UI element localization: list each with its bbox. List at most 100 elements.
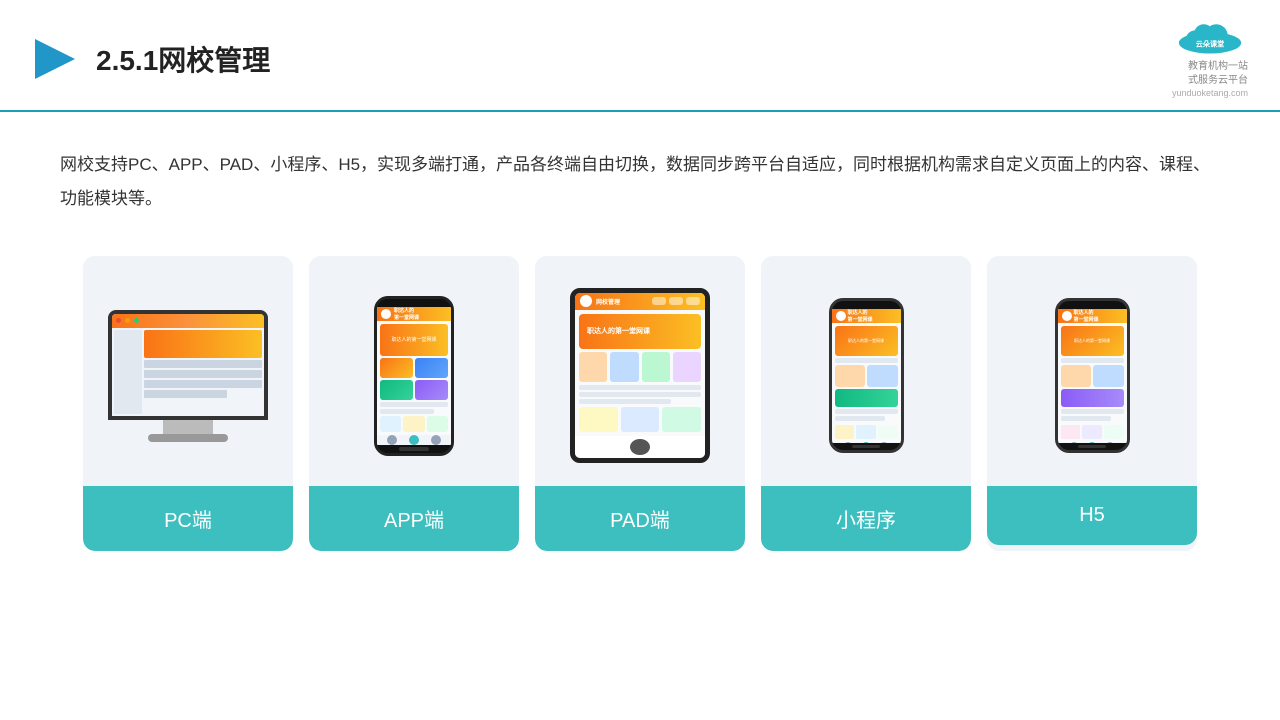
tablet-card-green [642,352,670,382]
mini-phone-icon-h5 [1104,425,1124,439]
mini-phone-screen-h5: 职达人的第一堂网课 职达人的第一堂网课 [1058,309,1127,443]
mini-phone-header-text: 职达人的第一堂网课 [848,309,873,323]
tablet-bottom-card [621,407,660,432]
phone-text-line [380,409,434,414]
phone-text-line [380,402,448,407]
monitor-content [112,328,264,416]
card-pc-label: PC端 [83,486,293,551]
mini-phone-card-1 [835,365,866,387]
phone-screen: 职达人的第一堂网课 职达人的第一堂网课 [377,307,451,445]
header-left: 2.5.1网校管理 [30,34,270,84]
mini-phone-content: 职达人的第一堂网课 [832,323,901,442]
mini-phone-icon-h5 [1082,425,1102,439]
mini-phone-card-h5-2 [1093,365,1124,387]
tablet-banner: 职达人的第一堂网课 [579,314,701,349]
monitor-base [148,434,228,442]
tablet-avatar-icon [580,295,592,307]
nav-dot-active-h5 [1088,442,1096,443]
description-text: 网校支持PC、APP、PAD、小程序、H5，实现多端打通，产品各终端自由切换，数… [0,112,1280,236]
logo-icon: 云朵课堂 [1170,18,1250,58]
mini-phone-nav-icons-h5 [1070,442,1114,443]
page-title: 2.5.1网校管理 [96,39,270,79]
phone-header-bar: 职达人的第一堂网课 [377,307,451,321]
monitor-screen-inner [112,314,264,416]
tablet-row [579,392,701,397]
card-app-image: 职达人的第一堂网课 职达人的第一堂网课 [309,256,519,486]
monitor-top-bar [112,314,264,328]
nav-dot [387,435,397,445]
monitor-main [144,330,262,414]
phone-notch [399,299,429,307]
mini-phone-row-h5 [1061,409,1124,414]
mini-phone-row [835,416,885,421]
nav-dot-active [409,435,419,445]
phone-card-row [380,358,448,378]
card-app: 职达人的第一堂网课 职达人的第一堂网课 [309,256,519,551]
tablet-card-purple [673,352,701,382]
phone-icon-2 [403,416,424,432]
tablet-screen: 网校管理 职达人的第一堂网课 [575,293,705,458]
phone-icon-3 [427,416,448,432]
mini-phone-row-h5 [1061,416,1111,421]
mini-phone-icon [835,425,855,439]
mini-phone-icon-row-h5 [1061,425,1124,439]
tablet-nav-dot [686,297,700,305]
tablet-mockup: 网校管理 职达人的第一堂网课 [570,288,710,463]
logo-area: 云朵课堂 教育机构一站 式服务云平台 yunduoketang.com [1170,18,1250,100]
mini-phone-cards-h5 [1061,365,1124,387]
mini-phone-notch [852,301,880,309]
phone-mini-card-3 [380,380,413,400]
mini-phone-banner: 职达人的第一堂网课 [835,326,898,356]
phone-mockup-app: 职达人的第一堂网课 职达人的第一堂网课 [374,296,454,456]
nav-dot-active [862,442,870,443]
play-icon [30,34,80,84]
mini-phone-promo-h5 [1061,389,1124,407]
card-miniprogram: 职达人的第一堂网课 职达人的第一堂网课 [761,256,971,551]
cards-area: PC端 职达人的第一堂网课 职达人的第一堂网课 [0,236,1280,581]
tablet-header-text: 网校管理 [596,297,620,306]
tablet-nav [652,297,700,305]
tablet-row [579,385,701,390]
mini-phone-screen: 职达人的第一堂网课 职达人的第一堂网课 [832,309,901,443]
card-miniprogram-image: 职达人的第一堂网课 职达人的第一堂网课 [761,256,971,486]
mini-phone-banner-h5: 职达人的第一堂网课 [1061,326,1124,356]
mini-phone-cards [835,365,898,387]
tablet-cards [579,352,701,382]
mini-phone-row-h5 [1061,358,1124,363]
tablet-bottom-card [662,407,701,432]
phone-mini-card-1 [380,358,413,378]
description-paragraph: 网校支持PC、APP、PAD、小程序、H5，实现多端打通，产品各终端自由切换，数… [60,148,1220,216]
mini-phone-row [835,358,898,363]
mini-phone-avatar-icon-h5 [1062,311,1072,321]
monitor-row [144,360,262,368]
monitor-mockup [108,310,268,442]
phone-mini-card-2 [415,358,448,378]
tablet-card-orange [579,352,607,382]
mini-phone-nav [832,442,901,443]
mini-phone-icon-row [835,425,898,439]
tablet-rows [579,385,701,404]
mini-phone-mockup-1: 职达人的第一堂网课 职达人的第一堂网课 [829,298,904,453]
nav-dot-h5 [1070,442,1078,443]
tablet-banner-inner: 职达人的第一堂网课 [579,314,701,349]
phone-content: 职达人的第一堂网课 [377,321,451,435]
card-pad-label: PAD端 [535,486,745,551]
card-pc: PC端 [83,256,293,551]
mini-phone-icon [878,425,898,439]
mini-phone-header-text-h5: 职达人的第一堂网课 [1074,309,1099,323]
mini-phone-home-bar [852,445,880,448]
monitor-row [144,390,227,398]
mini-phone-promo [835,389,898,407]
tablet-nav-dot [652,297,666,305]
logo-tagline: 教育机构一站 式服务云平台 yunduoketang.com [1172,60,1248,100]
tablet-bottom-cards [579,407,701,432]
tablet-content: 职达人的第一堂网课 [575,310,705,436]
nav-dot [880,442,888,443]
mini-phone-card-2 [867,365,898,387]
tablet-home-button [630,439,650,456]
mini-phone-home-bar-h5 [1078,445,1106,448]
phone-icon-1 [380,416,401,432]
tablet-banner-text: 职达人的第一堂网课 [587,326,650,336]
phone-card-row-2 [380,380,448,400]
header: 2.5.1网校管理 云朵课堂 教育机构一站 式服务云平台 yunduoketan… [0,0,1280,112]
